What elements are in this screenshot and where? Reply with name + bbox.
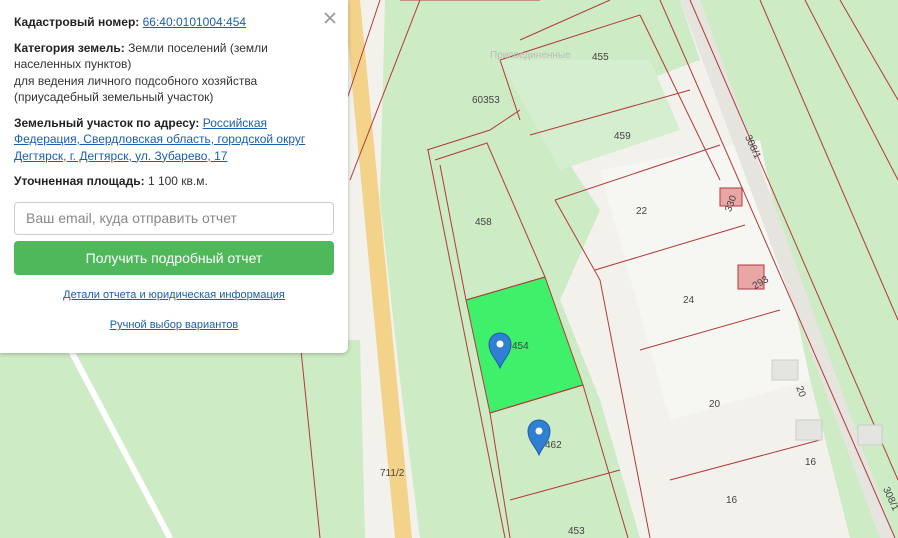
plot-label: 455 <box>592 52 609 63</box>
plot-label: 459 <box>614 131 631 142</box>
plot-label: 16 <box>805 457 817 468</box>
manual-link-row: Ручной выбор вариантов <box>14 317 334 334</box>
plot-label: 22 <box>636 206 648 217</box>
building <box>771 359 799 381</box>
category-subtype: (приусадебный земельный участок) <box>14 90 214 104</box>
plot-label: 16 <box>726 495 738 506</box>
plot-label: 20 <box>709 399 721 410</box>
manual-selection-link[interactable]: Ручной выбор вариантов <box>110 319 238 331</box>
building <box>857 424 883 446</box>
land-category-row: Категория земель: Земли поселений (земли… <box>14 40 334 106</box>
faded-map-label: Присоединенные <box>490 50 571 61</box>
plot-label: 462 <box>545 440 562 451</box>
details-link-row: Детали отчета и юридическая информация <box>14 287 334 304</box>
cadastral-number-link[interactable]: 66:40:0101004:454 <box>143 15 246 29</box>
address-label: Земельный участок по адресу: <box>14 115 200 130</box>
plot-label: 453 <box>568 526 585 537</box>
plot-info-panel: Кадастровый номер: 66:40:0101004:454 Кат… <box>0 0 348 353</box>
report-details-link[interactable]: Детали отчета и юридическая информация <box>63 289 285 301</box>
category-purpose: для ведения личного подсобного хозяйства <box>14 73 258 88</box>
address-row: Земельный участок по адресу: Российская … <box>14 115 334 165</box>
plot-label: 711/2 <box>380 468 405 479</box>
email-input[interactable] <box>14 201 334 235</box>
plot-label: 60353 <box>472 95 500 106</box>
area-value: 1 100 кв.м. <box>147 174 208 188</box>
plot-label: 24 <box>683 295 695 306</box>
cadastral-number-row: Кадастровый номер: 66:40:0101004:454 <box>14 14 334 31</box>
category-label: Категория земель: <box>14 40 125 55</box>
area-label: Уточненная площадь: <box>14 174 145 188</box>
plot-label: 454 <box>512 341 529 352</box>
get-report-button[interactable]: Получить подробный отчет <box>14 240 334 275</box>
plot-label: 458 <box>475 217 492 228</box>
building <box>795 419 823 441</box>
area-row: Уточненная площадь: 1 100 кв.м. <box>14 173 334 190</box>
close-icon[interactable] <box>322 10 338 26</box>
cadastral-label: Кадастровый номер: <box>14 15 140 29</box>
